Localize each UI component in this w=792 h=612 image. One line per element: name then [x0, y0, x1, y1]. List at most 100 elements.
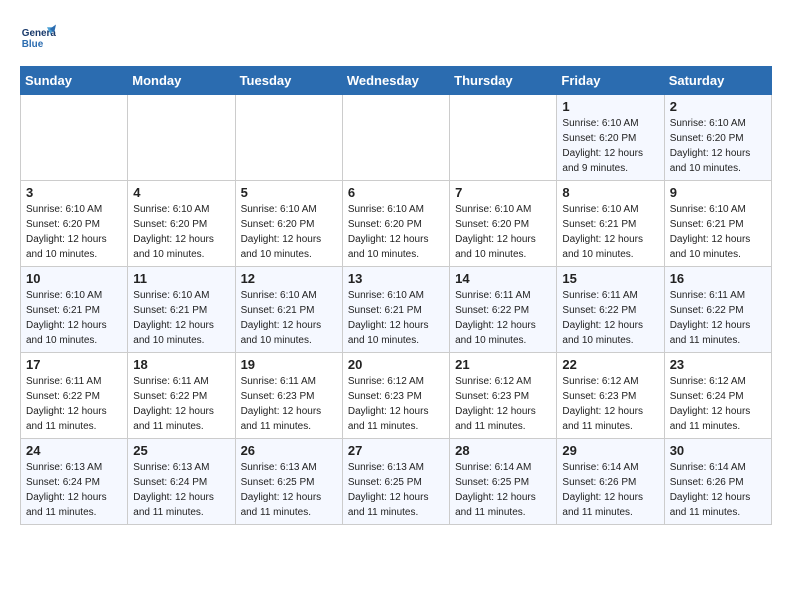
calendar-cell [235, 95, 342, 181]
weekday-header: Wednesday [342, 67, 449, 95]
day-number: 15 [562, 271, 658, 286]
calendar-cell: 15 Sunrise: 6:11 AM Sunset: 6:22 PM Dayli… [557, 267, 664, 353]
calendar-week-row: 17 Sunrise: 6:11 AM Sunset: 6:22 PM Dayli… [21, 353, 772, 439]
logo: General Blue [20, 20, 56, 56]
day-info: Sunrise: 6:12 AM Sunset: 6:23 PM Dayligh… [348, 374, 444, 434]
day-info: Sunrise: 6:10 AM Sunset: 6:20 PM Dayligh… [670, 116, 766, 176]
day-info: Sunrise: 6:12 AM Sunset: 6:23 PM Dayligh… [562, 374, 658, 434]
calendar-cell: 5 Sunrise: 6:10 AM Sunset: 6:20 PM Daylig… [235, 181, 342, 267]
logo-icon: General Blue [20, 20, 56, 56]
day-number: 3 [26, 185, 122, 200]
calendar-cell: 23Sunrise: 6:12 AM Sunset: 6:24 PM Dayli… [664, 353, 771, 439]
day-info: Sunrise: 6:14 AM Sunset: 6:26 PM Dayligh… [670, 460, 766, 520]
calendar-table: SundayMondayTuesdayWednesdayThursdayFrid… [20, 66, 772, 525]
day-info: Sunrise: 6:13 AM Sunset: 6:25 PM Dayligh… [348, 460, 444, 520]
day-info: Sunrise: 6:10 AM Sunset: 6:20 PM Dayligh… [348, 202, 444, 262]
page-header: General Blue [20, 20, 772, 56]
day-number: 9 [670, 185, 766, 200]
day-info: Sunrise: 6:10 AM Sunset: 6:21 PM Dayligh… [26, 288, 122, 348]
calendar-cell: 3 Sunrise: 6:10 AM Sunset: 6:20 PM Daylig… [21, 181, 128, 267]
calendar-cell: 10 Sunrise: 6:10 AM Sunset: 6:21 PM Dayli… [21, 267, 128, 353]
calendar-cell: 9 Sunrise: 6:10 AM Sunset: 6:21 PM Daylig… [664, 181, 771, 267]
day-info: Sunrise: 6:10 AM Sunset: 6:20 PM Dayligh… [241, 202, 337, 262]
calendar-cell [342, 95, 449, 181]
calendar-cell [450, 95, 557, 181]
calendar-body: 1 Sunrise: 6:10 AM Sunset: 6:20 PM Daylig… [21, 95, 772, 525]
calendar-cell: 27 Sunrise: 6:13 AM Sunset: 6:25 PM Dayli… [342, 439, 449, 525]
calendar-cell: 30 Sunrise: 6:14 AM Sunset: 6:26 PM Dayli… [664, 439, 771, 525]
day-number: 30 [670, 443, 766, 458]
calendar-cell [21, 95, 128, 181]
day-info: Sunrise: 6:14 AM Sunset: 6:25 PM Dayligh… [455, 460, 551, 520]
calendar-cell: 18Sunrise: 6:11 AM Sunset: 6:22 PM Dayli… [128, 353, 235, 439]
calendar-cell: 21 Sunrise: 6:12 AM Sunset: 6:23 PM Dayli… [450, 353, 557, 439]
day-number: 16 [670, 271, 766, 286]
calendar-cell [128, 95, 235, 181]
day-number: 24 [26, 443, 122, 458]
day-number: 6 [348, 185, 444, 200]
weekday-header: Thursday [450, 67, 557, 95]
day-info: Sunrise: 6:13 AM Sunset: 6:25 PM Dayligh… [241, 460, 337, 520]
day-number: 18 [133, 357, 229, 372]
calendar-cell: 29Sunrise: 6:14 AM Sunset: 6:26 PM Dayli… [557, 439, 664, 525]
day-number: 17 [26, 357, 122, 372]
calendar-cell: 22Sunrise: 6:12 AM Sunset: 6:23 PM Dayli… [557, 353, 664, 439]
day-info: Sunrise: 6:11 AM Sunset: 6:22 PM Dayligh… [562, 288, 658, 348]
day-number: 26 [241, 443, 337, 458]
weekday-header: Saturday [664, 67, 771, 95]
calendar-cell: 13Sunrise: 6:10 AM Sunset: 6:21 PM Dayli… [342, 267, 449, 353]
calendar-cell: 11Sunrise: 6:10 AM Sunset: 6:21 PM Dayli… [128, 267, 235, 353]
day-number: 27 [348, 443, 444, 458]
calendar-cell: 1Sunrise: 6:10 AM Sunset: 6:20 PM Daylig… [557, 95, 664, 181]
calendar-cell: 8 Sunrise: 6:10 AM Sunset: 6:21 PM Daylig… [557, 181, 664, 267]
day-info: Sunrise: 6:12 AM Sunset: 6:23 PM Dayligh… [455, 374, 551, 434]
day-info: Sunrise: 6:10 AM Sunset: 6:21 PM Dayligh… [241, 288, 337, 348]
svg-text:Blue: Blue [22, 39, 44, 50]
weekday-header: Monday [128, 67, 235, 95]
calendar-cell: 28 Sunrise: 6:14 AM Sunset: 6:25 PM Dayli… [450, 439, 557, 525]
calendar-cell: 25 Sunrise: 6:13 AM Sunset: 6:24 PM Dayli… [128, 439, 235, 525]
day-number: 4 [133, 185, 229, 200]
calendar-cell: 24Sunrise: 6:13 AM Sunset: 6:24 PM Dayli… [21, 439, 128, 525]
day-number: 19 [241, 357, 337, 372]
weekday-header: Sunday [21, 67, 128, 95]
day-number: 8 [562, 185, 658, 200]
calendar-cell: 16 Sunrise: 6:11 AM Sunset: 6:22 PM Dayli… [664, 267, 771, 353]
calendar-week-row: 10 Sunrise: 6:10 AM Sunset: 6:21 PM Dayli… [21, 267, 772, 353]
day-number: 14 [455, 271, 551, 286]
day-info: Sunrise: 6:11 AM Sunset: 6:23 PM Dayligh… [241, 374, 337, 434]
calendar-cell: 12 Sunrise: 6:10 AM Sunset: 6:21 PM Dayli… [235, 267, 342, 353]
day-info: Sunrise: 6:11 AM Sunset: 6:22 PM Dayligh… [26, 374, 122, 434]
calendar-week-row: 1 Sunrise: 6:10 AM Sunset: 6:20 PM Daylig… [21, 95, 772, 181]
calendar-cell: 4Sunrise: 6:10 AM Sunset: 6:20 PM Daylig… [128, 181, 235, 267]
day-info: Sunrise: 6:10 AM Sunset: 6:21 PM Dayligh… [348, 288, 444, 348]
day-number: 7 [455, 185, 551, 200]
day-info: Sunrise: 6:11 AM Sunset: 6:22 PM Dayligh… [670, 288, 766, 348]
calendar-cell: 14 Sunrise: 6:11 AM Sunset: 6:22 PM Dayli… [450, 267, 557, 353]
day-info: Sunrise: 6:12 AM Sunset: 6:24 PM Dayligh… [670, 374, 766, 434]
day-number: 20 [348, 357, 444, 372]
calendar-cell: 6 Sunrise: 6:10 AM Sunset: 6:20 PM Daylig… [342, 181, 449, 267]
calendar-cell: 26 Sunrise: 6:13 AM Sunset: 6:25 PM Dayli… [235, 439, 342, 525]
day-number: 11 [133, 271, 229, 286]
calendar-cell: 20 Sunrise: 6:12 AM Sunset: 6:23 PM Dayli… [342, 353, 449, 439]
day-number: 1 [562, 99, 658, 114]
day-info: Sunrise: 6:10 AM Sunset: 6:21 PM Dayligh… [562, 202, 658, 262]
weekday-header: Friday [557, 67, 664, 95]
calendar-header: SundayMondayTuesdayWednesdayThursdayFrid… [21, 67, 772, 95]
day-info: Sunrise: 6:10 AM Sunset: 6:21 PM Dayligh… [670, 202, 766, 262]
day-info: Sunrise: 6:10 AM Sunset: 6:20 PM Dayligh… [455, 202, 551, 262]
day-number: 5 [241, 185, 337, 200]
weekday-header: Tuesday [235, 67, 342, 95]
day-info: Sunrise: 6:11 AM Sunset: 6:22 PM Dayligh… [455, 288, 551, 348]
day-number: 10 [26, 271, 122, 286]
day-info: Sunrise: 6:13 AM Sunset: 6:24 PM Dayligh… [133, 460, 229, 520]
day-number: 28 [455, 443, 551, 458]
calendar-cell: 17 Sunrise: 6:11 AM Sunset: 6:22 PM Dayli… [21, 353, 128, 439]
day-number: 12 [241, 271, 337, 286]
calendar-cell: 19 Sunrise: 6:11 AM Sunset: 6:23 PM Dayli… [235, 353, 342, 439]
day-number: 25 [133, 443, 229, 458]
day-number: 2 [670, 99, 766, 114]
day-number: 21 [455, 357, 551, 372]
day-info: Sunrise: 6:10 AM Sunset: 6:20 PM Dayligh… [26, 202, 122, 262]
